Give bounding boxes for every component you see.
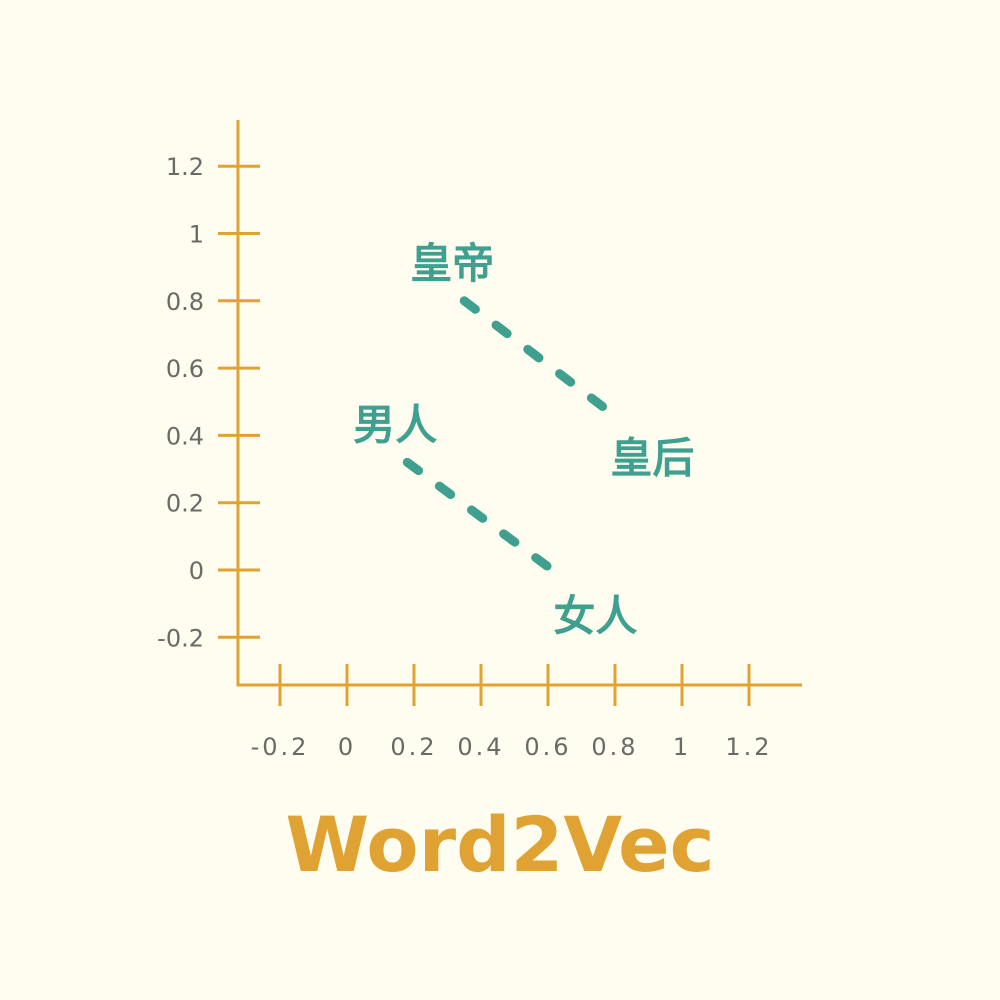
x-tick-label: 0.4 <box>457 733 504 761</box>
word-label: 女人 <box>553 592 637 641</box>
x-tick-label: 0.8 <box>591 733 638 761</box>
y-tick-label: -0.2 <box>157 624 204 652</box>
x-tick-label: 0.6 <box>524 733 571 761</box>
word-label: 皇后 <box>610 434 694 483</box>
analogy-dashed-line <box>459 296 623 424</box>
y-tick-label: 0.4 <box>166 422 204 450</box>
word-label: 皇帝 <box>410 239 494 288</box>
x-tick-label: 0.2 <box>390 733 437 761</box>
x-tick-label: -0.2 <box>251 733 310 761</box>
y-tick-label: 0.6 <box>166 355 204 383</box>
y-tick-label: 0 <box>189 557 204 585</box>
y-tick-label: 1.2 <box>166 153 204 181</box>
y-tick-label: 0.8 <box>166 288 204 316</box>
y-tick-label: 1 <box>189 221 204 249</box>
chart-title: Word2Vec <box>285 800 715 889</box>
chart: 1.2 1 0.8 0.6 0.4 0.2 0 -0.2 -0.2 0 0.2 0.4 0.6 0.8 1 1… <box>0 0 1000 1000</box>
y-tick-label: 0.2 <box>166 490 204 518</box>
word-label: 男人 <box>353 400 437 449</box>
x-tick-label: 1 <box>673 733 691 761</box>
x-tick-label: 1.2 <box>725 733 772 761</box>
analogy-dashed-line <box>402 457 566 582</box>
x-tick-label: 0 <box>338 733 356 761</box>
